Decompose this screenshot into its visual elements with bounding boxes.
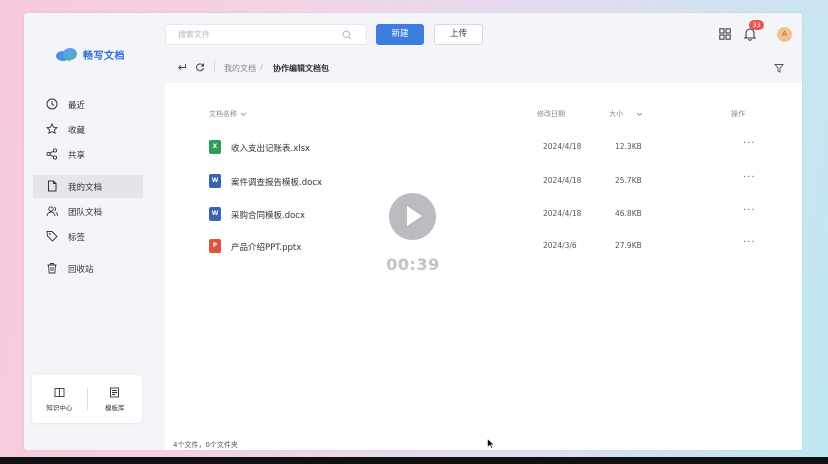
breadcrumb-separator: / [260,63,263,72]
book-icon [54,387,65,397]
breadcrumb-current: 协作编辑文档包 [273,64,329,73]
template-library-label: 模板库 [105,403,125,412]
sidebar-item-label: 共享 [68,150,86,161]
sidebar-item-recent[interactable]: 最近 [33,93,143,116]
chevron-down-icon [240,112,247,116]
template-library-button[interactable]: 模板库 [88,387,143,412]
more-actions-icon[interactable]: ··· [743,138,756,149]
file-size: 12.3KB [615,142,642,151]
file-name[interactable]: 收入支出记账表.xlsx [231,142,310,154]
sidebar-divider [39,251,139,252]
apps-grid-icon[interactable] [719,28,731,40]
document-icon [48,180,57,192]
avatar[interactable]: A [777,27,792,42]
bottom-bar [0,457,828,464]
word-file-icon: W [209,207,221,221]
file-size: 27.9KB [615,241,642,250]
sidebar-item-label: 团队文档 [68,207,103,218]
table-row[interactable]: W 采购合同模板.docx 2024/4/18 46.8KB ··· [165,196,802,228]
video-timestamp: 00:39 [386,255,440,274]
clock-icon [46,98,58,110]
sidebar-item-label: 回收站 [68,264,94,275]
sidebar-item-label: 我的文档 [68,182,103,193]
more-actions-icon[interactable]: ··· [743,172,756,183]
sidebar-item-team-documents[interactable]: 团队文档 [33,200,143,223]
breadcrumb-root[interactable]: 我的文档 [224,63,256,74]
word-file-icon: W [209,174,221,188]
new-button[interactable]: 新建 [376,24,424,45]
star-icon [46,123,58,135]
column-header-label: 大小 [609,110,623,118]
sidebar-item-my-documents[interactable]: 我的文档 [33,175,143,198]
table-row[interactable]: X 收入支出记账表.xlsx 2024/4/18 12.3KB ··· [165,129,802,161]
more-actions-icon[interactable]: ··· [743,237,756,248]
filter-icon[interactable] [774,63,784,73]
sidebar-item-shared[interactable]: 共享 [33,143,143,166]
column-header-date[interactable]: 修改日期 [537,109,565,119]
sidebar-item-trash[interactable]: 回收站 [33,257,143,280]
column-header-label: 文档名称 [209,110,237,118]
column-header-actions: 操作 [731,109,745,119]
search-input[interactable]: 搜索文件 [165,24,367,45]
file-name[interactable]: 案件调查报告模板.docx [231,176,322,188]
sidebar-item-tags[interactable]: 标签 [33,225,143,248]
mouse-cursor-icon [487,438,495,449]
more-actions-icon[interactable]: ··· [743,205,756,216]
search-icon[interactable] [342,30,352,40]
back-icon[interactable] [177,62,187,72]
share-icon [46,148,58,160]
trash-icon [47,263,57,274]
play-icon[interactable] [389,193,436,240]
ppt-file-icon: P [209,239,221,253]
breadcrumb-bar: 我的文档 / 协作编辑文档包 [165,57,802,79]
sidebar-bottom-card: 知识中心 模板库 [32,375,142,423]
sidebar-item-label: 标签 [68,232,86,243]
column-header-size[interactable]: 大小 [609,109,643,119]
table-row[interactable]: W 案件调查报告模板.docx 2024/4/18 25.7KB ··· [165,163,802,195]
file-name[interactable]: 产品介绍PPT.pptx [231,241,301,253]
sidebar: 畅写文档 最近 收藏 共享 我的文档 团队文档 标签 回收站 知识中心 模板库 [24,13,152,450]
tag-icon [46,231,58,242]
chevron-down-icon [636,112,643,116]
column-header-label: 操作 [731,110,745,118]
template-icon [110,387,120,397]
excel-file-icon: X [209,140,221,154]
file-list-panel: 文档名称 修改日期 大小 操作 X 收入支出记账表.xlsx 2024/4/18… [165,83,802,450]
cloud-logo-icon [56,48,77,62]
file-date: 2024/3/6 [543,241,577,250]
knowledge-center-label: 知识中心 [46,403,73,412]
search-placeholder: 搜索文件 [178,30,210,39]
logo-text: 畅写文档 [83,50,125,62]
file-size: 46.8KB [615,209,642,218]
team-icon [46,206,58,217]
column-header-name[interactable]: 文档名称 [209,109,247,119]
file-count-summary: 4个文件，0个文件夹 [173,441,238,449]
sidebar-item-label: 最近 [68,100,86,111]
file-name[interactable]: 采购合同模板.docx [231,209,305,221]
sidebar-item-label: 收藏 [68,125,86,136]
upload-button[interactable]: 上传 [434,24,483,45]
column-header-label: 修改日期 [537,110,565,118]
sidebar-item-favorites[interactable]: 收藏 [33,118,143,141]
sidebar-divider [39,169,139,170]
file-date: 2024/4/18 [543,209,582,218]
file-date: 2024/4/18 [543,142,582,151]
logo[interactable]: 畅写文档 [54,46,125,62]
sidebar-nav: 最近 收藏 共享 我的文档 团队文档 标签 回收站 [33,93,143,282]
refresh-icon[interactable] [195,62,205,72]
notification-badge: 33 [749,20,764,30]
file-date: 2024/4/18 [543,176,582,185]
table-row[interactable]: P 产品介绍PPT.pptx 2024/3/6 27.9KB ··· [165,228,802,260]
knowledge-center-button[interactable]: 知识中心 [32,387,87,412]
file-size: 25.7KB [615,176,642,185]
breadcrumb-divider [214,61,215,73]
